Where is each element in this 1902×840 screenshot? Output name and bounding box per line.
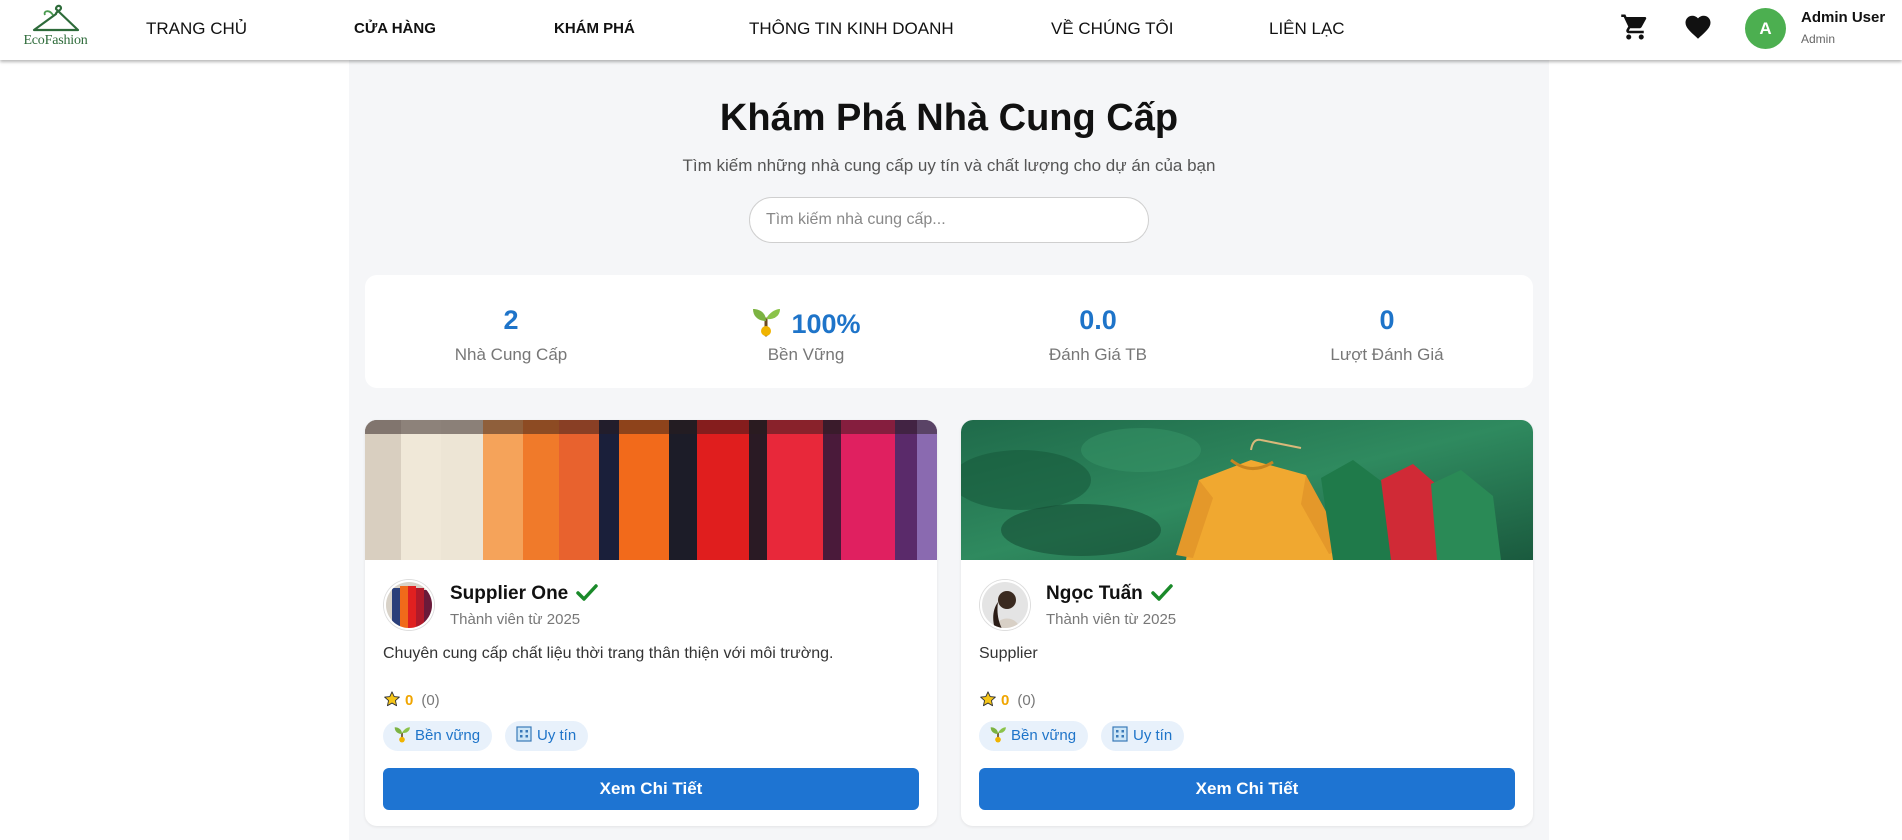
- logo-text: EcoFashion: [23, 33, 88, 48]
- supplier-avatar-image: [386, 582, 432, 628]
- nav-home[interactable]: TRANG CHỦ: [146, 19, 247, 39]
- heart-icon: [1685, 15, 1711, 39]
- member-since: Thành viên từ 2025: [450, 611, 581, 628]
- supplier-rating: 0 (0): [979, 690, 1036, 709]
- stat-value: 100%: [791, 309, 861, 339]
- supplier-avatar: [384, 580, 434, 630]
- member-since: Thành viên từ 2025: [1046, 611, 1177, 628]
- tag-reputable: Uy tín: [1101, 721, 1185, 751]
- supplier-description: Chuyên cung cấp chất liệu thời trang thâ…: [383, 645, 834, 662]
- supplier-banner-image: [961, 420, 1533, 560]
- building-icon: [1112, 726, 1128, 742]
- stat-label: Lượt Đánh Giá: [1330, 345, 1444, 364]
- supplier-name-wrapper[interactable]: Supplier One: [450, 583, 598, 605]
- stat-label: Nhà Cung Cấp: [454, 345, 568, 364]
- nav-shop[interactable]: CỬA HÀNG: [354, 20, 436, 37]
- review-count: (0): [421, 692, 440, 709]
- nav-about-us[interactable]: VỀ CHÚNG TÔI: [1051, 19, 1173, 39]
- supplier-avatar: [980, 580, 1030, 630]
- stat-label: Bền Vững: [767, 345, 845, 364]
- supplier-name: Ngọc Tuấn: [1046, 583, 1143, 604]
- star-icon: [384, 691, 400, 707]
- sprout-icon: [394, 727, 410, 743]
- review-count: (0): [1017, 692, 1036, 709]
- tag-label: Uy tín: [1133, 727, 1173, 744]
- main-content: Khám Phá Nhà Cung Cấp Tìm kiếm những nhà…: [349, 60, 1549, 840]
- nav-business-info[interactable]: THÔNG TIN KINH DOANH: [749, 19, 954, 39]
- supplier-name: Supplier One: [450, 583, 569, 604]
- supplier-name-wrapper[interactable]: Ngọc Tuấn: [1046, 583, 1173, 605]
- sprout-icon: [990, 727, 1006, 743]
- wishlist-button[interactable]: [1683, 12, 1717, 46]
- stat-average-rating: 0.0 Đánh Giá TB: [952, 275, 1244, 388]
- star-icon: [980, 691, 996, 707]
- supplier-avatar-image: [982, 582, 1028, 628]
- page-title: Khám Phá Nhà Cung Cấp: [719, 97, 1179, 139]
- stat-value: 0.0: [1079, 305, 1117, 335]
- tag-sustainable: Bền vững: [383, 721, 493, 751]
- stat-supplier-count: 2 Nhà Cung Cấp: [365, 275, 657, 388]
- cart-icon: [1621, 14, 1647, 40]
- supplier-description: Supplier: [979, 645, 1038, 662]
- ecofashion-logo[interactable]: EcoFashion: [18, 3, 93, 57]
- view-details-button[interactable]: Xem Chi Tiết: [979, 768, 1515, 810]
- cart-button[interactable]: [1620, 12, 1654, 46]
- verified-check-icon: [576, 584, 598, 601]
- rating-value: 0: [405, 692, 414, 709]
- stat-review-count: 0 Lượt Đánh Giá: [1241, 275, 1533, 388]
- tag-reputable: Uy tín: [505, 721, 589, 751]
- user-name[interactable]: Admin User: [1801, 9, 1885, 26]
- stat-label: Đánh Giá TB: [1049, 345, 1147, 364]
- hanger-icon: [32, 4, 79, 32]
- user-avatar[interactable]: A: [1745, 8, 1786, 49]
- user-role: Admin: [1801, 32, 1836, 46]
- supplier-rating: 0 (0): [383, 690, 440, 709]
- view-details-button[interactable]: Xem Chi Tiết: [383, 768, 919, 810]
- stat-value: 2: [503, 305, 519, 335]
- verified-check-icon: [1151, 584, 1173, 601]
- tag-label: Bền vững: [1011, 727, 1077, 744]
- stats-panel: 2 Nhà Cung Cấp 100% Bền Vững 0.0 Đánh Gi…: [365, 275, 1533, 388]
- supplier-card[interactable]: Ngọc Tuấn Thành viên từ 2025 Supplier 0 (…: [961, 420, 1533, 826]
- tag-sustainable: Bền vững: [979, 721, 1089, 751]
- tag-label: Bền vững: [415, 727, 481, 744]
- tag-label: Uy tín: [537, 727, 577, 744]
- stat-value-wrapper: 100%: [660, 305, 952, 340]
- sprout-icon: [753, 309, 781, 337]
- rating-value: 0: [1001, 692, 1010, 709]
- supplier-search-input[interactable]: [749, 197, 1149, 243]
- stat-value: 0: [1379, 305, 1395, 335]
- top-navigation-bar: EcoFashion TRANG CHỦ CỬA HÀNG KHÁM PHÁ T…: [0, 0, 1902, 60]
- nav-contact[interactable]: LIÊN LẠC: [1269, 19, 1345, 39]
- supplier-banner-image: [365, 420, 937, 560]
- supplier-card[interactable]: Supplier One Thành viên từ 2025 Chuyên c…: [365, 420, 937, 826]
- nav-explore[interactable]: KHÁM PHÁ: [554, 20, 635, 37]
- stat-sustainability: 100% Bền Vững: [660, 275, 952, 388]
- building-icon: [516, 726, 532, 742]
- page-subtitle: Tìm kiếm những nhà cung cấp uy tín và ch…: [682, 156, 1216, 175]
